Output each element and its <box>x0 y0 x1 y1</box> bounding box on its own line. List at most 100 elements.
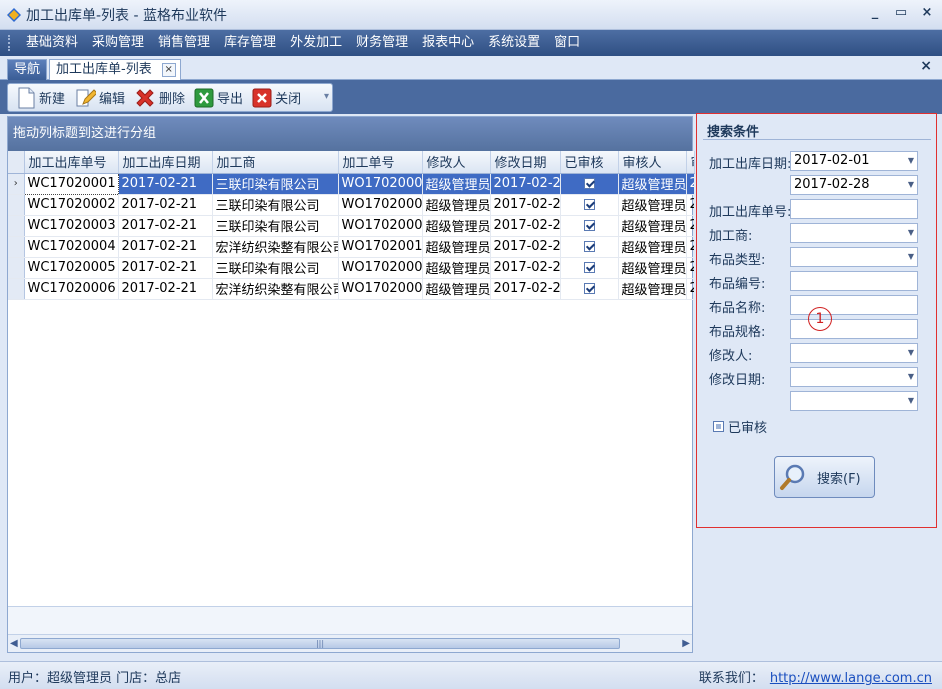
cell-approved[interactable] <box>560 215 619 237</box>
toolbar-overflow-icon[interactable]: ▾ <box>324 91 329 102</box>
delete-button[interactable]: 删除 <box>134 87 185 109</box>
field-outbound-no-input[interactable] <box>790 199 918 219</box>
cell-modified-date[interactable]: 2017-02-21 <box>490 278 561 300</box>
row-indicator[interactable]: › <box>8 173 25 195</box>
cell-modified-date[interactable]: 2017-02-21 <box>490 236 561 258</box>
approved-check-icon[interactable] <box>583 220 595 231</box>
scroll-left-icon[interactable]: ◀ <box>10 638 18 649</box>
dropdown-arrow-icon[interactable]: ▼ <box>908 248 914 266</box>
cell-approved[interactable] <box>560 236 619 258</box>
cell-approved[interactable] <box>560 194 619 216</box>
approved-checkbox-box[interactable] <box>713 421 724 432</box>
field-outbound-date-to-dropdown[interactable]: 2017-02-28 ▼ <box>790 175 918 195</box>
close-button[interactable]: 关闭 <box>252 88 301 108</box>
dropdown-arrow-icon[interactable]: ▼ <box>908 368 914 386</box>
cell-outbound-date[interactable]: 2017-02-21 <box>118 236 213 258</box>
cell-modified-by[interactable]: 超级管理员 <box>422 215 491 237</box>
cell-process-order-no[interactable]: WO17020003 <box>338 194 423 216</box>
approved-check-icon[interactable] <box>583 241 595 252</box>
menu-purchasing[interactable]: 采购管理 <box>85 30 151 56</box>
approved-check-icon[interactable] <box>583 283 595 294</box>
scroll-right-icon[interactable]: ▶ <box>682 638 690 649</box>
table-row[interactable]: WC17020003 2017-02-21 三联印染有限公司 WO17020004 超级… <box>8 215 695 237</box>
cell-outbound-no[interactable]: WC17020002 <box>24 194 119 216</box>
dropdown-arrow-icon[interactable]: ▼ <box>908 152 914 170</box>
menu-window[interactable]: 窗口 <box>547 30 587 56</box>
cell-modified-date[interactable]: 2017-02-21 <box>490 173 561 195</box>
table-row[interactable]: WC17020004 2017-02-21 宏洋纺织染整有限公司 WO17020011… <box>8 236 695 258</box>
cell-approver[interactable]: 超级管理员 <box>618 278 687 300</box>
col-header-modified-date[interactable]: 修改日期 <box>490 151 561 174</box>
cell-processor[interactable]: 三联印染有限公司 <box>212 215 339 237</box>
website-link[interactable]: http://www.lange.com.cn <box>770 671 932 686</box>
cell-approver[interactable]: 超级管理员 <box>618 194 687 216</box>
table-row[interactable]: WC17020005 2017-02-21 三联印染有限公司 WO17020009 超级… <box>8 257 695 279</box>
field-outbound-date-from-dropdown[interactable]: 2017-02-01 ▼ <box>790 151 918 171</box>
cell-process-order-no[interactable]: WO17020004 <box>338 215 423 237</box>
col-header-approve-date[interactable]: 审 <box>686 151 695 174</box>
dropdown-arrow-icon[interactable]: ▼ <box>908 344 914 362</box>
dropdown-arrow-icon[interactable]: ▼ <box>908 176 914 194</box>
export-button[interactable]: 导出 <box>194 88 243 108</box>
minimize-button[interactable]: _ <box>868 5 882 20</box>
close-document-icon[interactable]: × <box>920 58 932 74</box>
cell-process-order-no[interactable]: WO17020005 <box>338 278 423 300</box>
horizontal-scrollbar[interactable]: ◀ ||| ▶ <box>8 634 692 652</box>
cell-process-order-no[interactable]: WO17020002 <box>338 173 423 195</box>
col-header-processor[interactable]: 加工商 <box>212 151 339 174</box>
cell-outbound-date[interactable]: 2017-02-21 <box>118 173 213 195</box>
group-by-area[interactable]: 拖动列标题到这进行分组 <box>8 117 692 151</box>
cell-processor[interactable]: 宏洋纺织染整有限公司 <box>212 236 339 258</box>
menu-finance[interactable]: 财务管理 <box>349 30 415 56</box>
approved-checkbox[interactable]: 已审核 <box>713 417 767 436</box>
cell-approved[interactable] <box>560 173 619 195</box>
row-indicator[interactable] <box>8 278 25 300</box>
tab-navigation[interactable]: 导航 <box>7 59 48 80</box>
approved-check-icon[interactable] <box>583 178 595 189</box>
tab-close-icon[interactable]: × <box>161 63 176 77</box>
menu-inventory[interactable]: 库存管理 <box>217 30 283 56</box>
cell-outbound-date[interactable]: 2017-02-21 <box>118 215 213 237</box>
field-modified-by-dropdown[interactable]: ▼ <box>790 343 918 363</box>
edit-button[interactable]: 编辑 <box>74 87 125 109</box>
menu-settings[interactable]: 系统设置 <box>481 30 547 56</box>
cell-modified-by[interactable]: 超级管理员 <box>422 173 491 195</box>
cell-approver[interactable]: 超级管理员 <box>618 215 687 237</box>
approved-check-icon[interactable] <box>583 262 595 273</box>
tab-outsourcing-outbound-list[interactable]: 加工出库单-列表 × <box>49 59 181 80</box>
field-fabric-code-input[interactable] <box>790 271 918 291</box>
cell-modified-date[interactable]: 2017-02-21 <box>490 194 561 216</box>
cell-approved[interactable] <box>560 257 619 279</box>
cell-outbound-no[interactable]: WC17020006 <box>24 278 119 300</box>
cell-outbound-no[interactable]: WC17020001 <box>23 172 119 195</box>
cell-approve-date[interactable]: 2 <box>686 236 695 258</box>
cell-process-order-no[interactable]: WO17020009 <box>338 257 423 279</box>
row-indicator[interactable] <box>8 215 25 237</box>
maximize-button[interactable]: ▭ <box>894 5 908 20</box>
col-header-outbound-date[interactable]: 加工出库日期 <box>118 151 213 174</box>
cell-processor[interactable]: 三联印染有限公司 <box>212 257 339 279</box>
menu-sales[interactable]: 销售管理 <box>151 30 217 56</box>
cell-modified-date[interactable]: 2017-02-21 <box>490 257 561 279</box>
cell-processor[interactable]: 宏洋纺织染整有限公司 <box>212 278 339 300</box>
field-modified-date-from-dropdown[interactable]: ▼ <box>790 367 918 387</box>
cell-processor[interactable]: 三联印染有限公司 <box>212 194 339 216</box>
cell-modified-by[interactable]: 超级管理员 <box>422 278 491 300</box>
cell-approve-date[interactable]: 2 <box>686 173 695 195</box>
dropdown-arrow-icon[interactable]: ▼ <box>908 392 914 410</box>
cell-outbound-date[interactable]: 2017-02-21 <box>118 278 213 300</box>
cell-approver[interactable]: 超级管理员 <box>618 173 687 195</box>
cell-outbound-no[interactable]: WC17020004 <box>24 236 119 258</box>
col-header-approved[interactable]: 已审核 <box>560 151 619 174</box>
cell-approved[interactable] <box>560 278 619 300</box>
cell-modified-by[interactable]: 超级管理员 <box>422 194 491 216</box>
cell-processor[interactable]: 三联印染有限公司 <box>212 173 339 195</box>
cell-process-order-no[interactable]: WO17020011 <box>338 236 423 258</box>
col-header-outbound-no[interactable]: 加工出库单号 <box>24 151 119 174</box>
cell-approve-date[interactable]: 2 <box>686 257 695 279</box>
row-indicator[interactable] <box>8 194 25 216</box>
row-indicator[interactable] <box>8 257 25 279</box>
menu-basic-data[interactable]: 基础资料 <box>19 30 85 56</box>
menu-outsourcing[interactable]: 外发加工 <box>283 30 349 56</box>
close-window-button[interactable]: × <box>920 5 934 20</box>
